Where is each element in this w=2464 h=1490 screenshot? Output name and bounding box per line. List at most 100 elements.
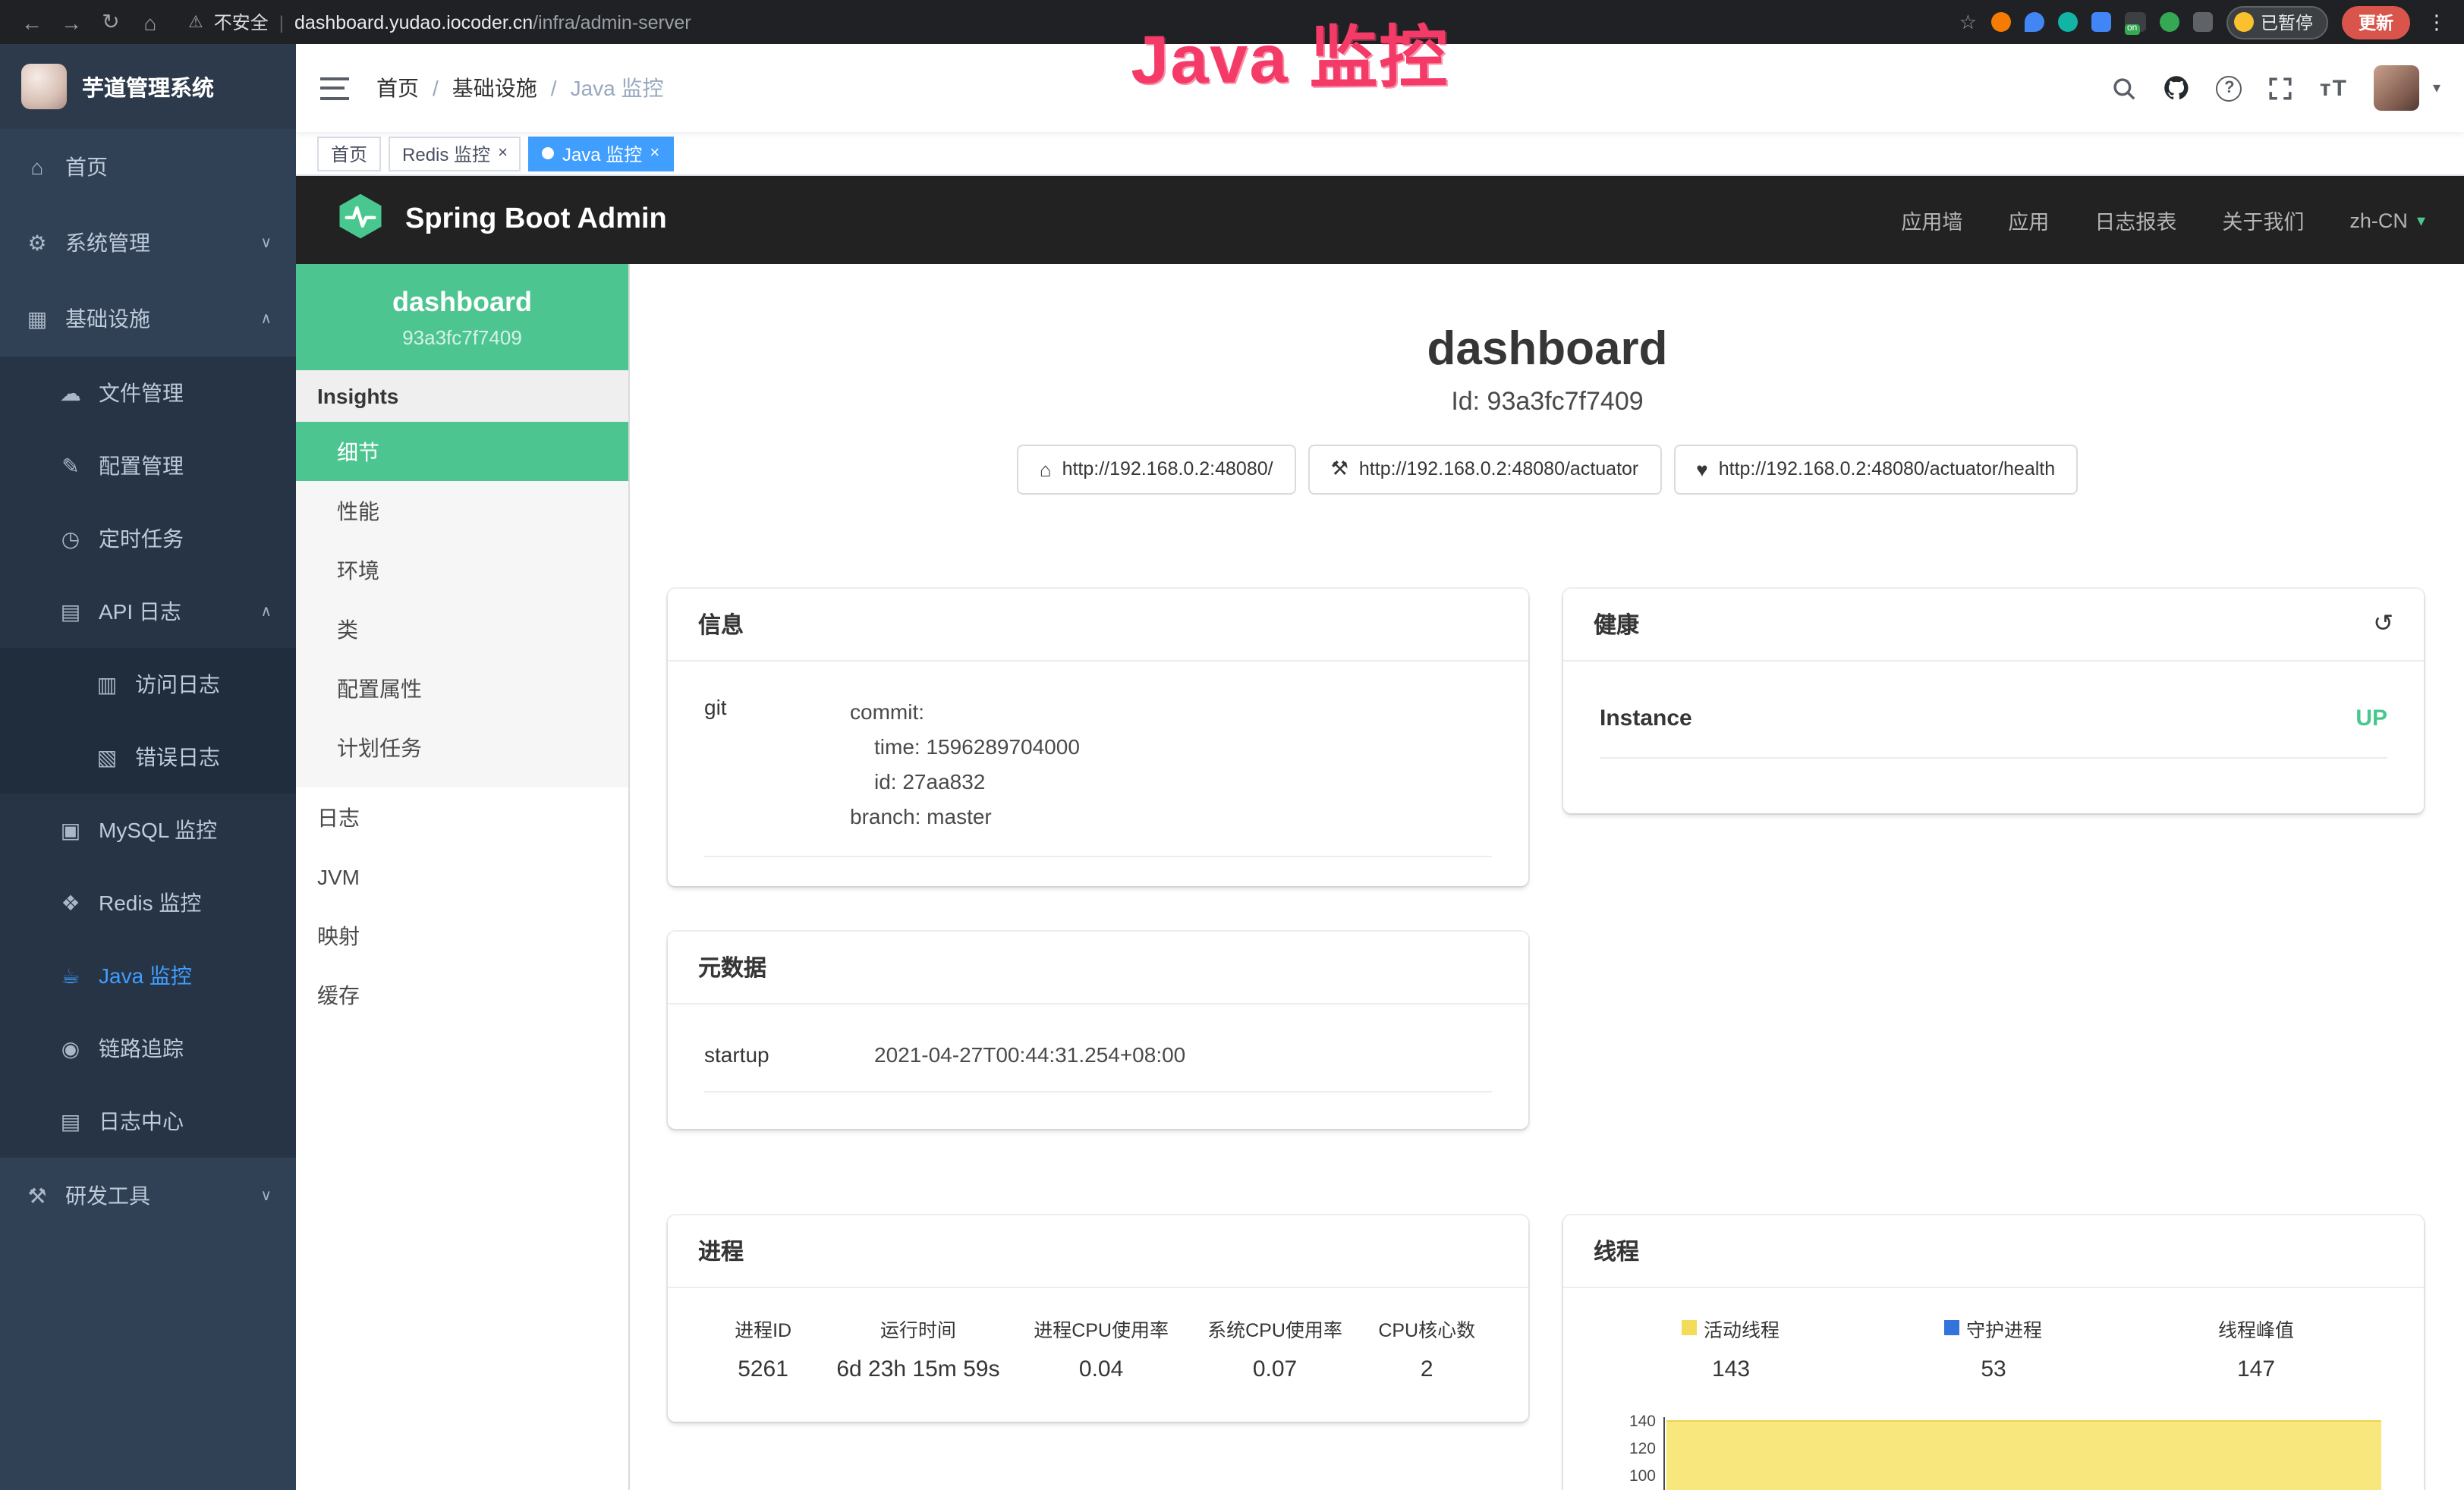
sidebar-item-api-logs[interactable]: ▤ API 日志 ∧ xyxy=(0,575,296,648)
user-avatar[interactable] xyxy=(2374,65,2419,111)
extension-green-icon[interactable] xyxy=(2159,12,2179,32)
health-history-icon[interactable]: ↺ xyxy=(2373,608,2393,639)
forward-icon[interactable]: → xyxy=(55,10,88,34)
url-text[interactable]: dashboard.yudao.iocoder.cn/infra/admin-s… xyxy=(294,11,691,33)
chevron-down-icon: ∨ xyxy=(260,234,272,251)
active-tab-dot xyxy=(543,147,555,159)
sba-menu-environment[interactable]: 环境 xyxy=(296,540,628,599)
sba-nav-wall[interactable]: 应用墙 xyxy=(1901,205,1962,235)
tab-redis-monitor[interactable]: Redis 监控 × xyxy=(389,136,521,171)
not-secure-label[interactable]: 不安全 xyxy=(214,9,269,35)
tab-java-monitor[interactable]: Java 监控 × xyxy=(529,136,673,171)
github-icon[interactable] xyxy=(2163,74,2191,102)
sidebar-item-link-tracing[interactable]: ◉ 链路追踪 xyxy=(0,1012,296,1085)
wrench-icon: ⚒ xyxy=(1331,457,1348,481)
extension-orange-icon[interactable] xyxy=(1990,12,2010,32)
threads-daemon-col: 守护进程 53 xyxy=(1862,1313,2125,1382)
health-card-title: 健康 xyxy=(1594,608,1639,640)
hamburger-icon[interactable] xyxy=(320,77,349,99)
sba-menu-mappings[interactable]: 映射 xyxy=(296,906,628,965)
help-icon[interactable]: ? xyxy=(2217,75,2242,101)
health-status-badge: UP xyxy=(2355,705,2387,731)
sba-body: dashboard 93a3fc7f7409 Insights 细节 性能 环境… xyxy=(296,264,2464,1490)
avatar-caret-icon[interactable]: ▾ xyxy=(2433,80,2440,96)
sidebar-item-mysql-monitor[interactable]: ▣ MySQL 监控 xyxy=(0,794,296,866)
extensions-puzzle-icon[interactable] xyxy=(2192,12,2212,32)
font-size-icon[interactable]: тT xyxy=(2320,75,2348,101)
health-card-body: Instance UP xyxy=(1563,661,2424,788)
reload-icon[interactable]: ↻ xyxy=(94,9,127,35)
sba-menu-classes[interactable]: 类 xyxy=(296,599,628,659)
breadcrumb-home[interactable]: 首页 xyxy=(376,73,419,103)
search-icon[interactable] xyxy=(2112,75,2138,101)
sidebar-item-dev-tools[interactable]: ⚒ 研发工具 ∨ xyxy=(0,1158,296,1234)
sidebar-item-infrastructure[interactable]: ▦ 基础设施 ∧ xyxy=(0,281,296,357)
sba-menu-jvm[interactable]: JVM xyxy=(296,847,628,906)
locale-selector[interactable]: zh-CN ▾ xyxy=(2349,209,2425,231)
browser-menu-icon[interactable]: ⋮ xyxy=(2424,10,2450,34)
sidebar-item-access-logs[interactable]: ▥ 访问日志 xyxy=(0,648,296,721)
bookmark-star-icon[interactable]: ☆ xyxy=(1959,10,1977,34)
fullscreen-icon[interactable] xyxy=(2268,75,2294,101)
extension-drop-icon[interactable] xyxy=(2024,12,2044,32)
browser-home-icon[interactable]: ⌂ xyxy=(134,10,167,34)
url-path: /infra/admin-server xyxy=(533,11,691,33)
sidebar-item-scheduled-tasks[interactable]: ◷ 定时任务 xyxy=(0,502,296,575)
instance-id: 93a3fc7f7409 xyxy=(308,326,616,349)
process-col-system-cpu: 系统CPU使用率 0.07 xyxy=(1188,1313,1362,1382)
sba-menu-performance[interactable]: 性能 xyxy=(296,481,628,540)
sba-nav-journal[interactable]: 日志报表 xyxy=(2094,205,2176,235)
document-icon: ▧ xyxy=(94,744,120,770)
profile-paused-chip[interactable]: 已暂停 xyxy=(2226,5,2328,39)
sidebar-item-error-logs[interactable]: ▧ 错误日志 xyxy=(0,721,296,794)
app-logo xyxy=(21,64,67,109)
sidebar-item-label: 日志中心 xyxy=(99,1106,184,1136)
process-col-pid: 进程ID 5261 xyxy=(704,1313,822,1382)
log-icon: ▤ xyxy=(58,599,83,624)
extension-on-badge-icon[interactable]: on xyxy=(2124,12,2145,32)
service-url-button[interactable]: ⌂ http://192.168.0.2:48080/ xyxy=(1017,444,1296,494)
health-row: Instance UP xyxy=(1600,676,2387,758)
sidebar-item-java-monitor[interactable]: ☕ Java 监控 xyxy=(0,939,296,1012)
sba-nav: 应用墙 应用 日志报表 关于我们 zh-CN ▾ xyxy=(1901,205,2425,235)
sba-menu-config-props[interactable]: 配置属性 xyxy=(296,659,628,718)
extension-grid-icon[interactable] xyxy=(2091,12,2110,32)
health-url-button[interactable]: ♥ http://192.168.0.2:48080/actuator/heal… xyxy=(1673,444,2078,494)
sidebar-item-log-center[interactable]: ▤ 日志中心 xyxy=(0,1085,296,1158)
extension-teal-icon[interactable] xyxy=(2057,12,2077,32)
sba-menu-logs[interactable]: 日志 xyxy=(296,787,628,847)
health-card: 健康 ↺ Instance UP xyxy=(1563,588,2424,813)
info-card: 信息 git commit: time: 1596289704000 id: 2… xyxy=(668,588,1528,885)
browser-update-button[interactable]: 更新 xyxy=(2342,5,2410,39)
sba-menu-details[interactable]: 细节 xyxy=(296,422,628,481)
sidebar-item-label: 配置管理 xyxy=(99,451,184,481)
sba-content: dashboard Id: 93a3fc7f7409 ⌂ http://192.… xyxy=(630,264,2464,1490)
back-icon[interactable]: ← xyxy=(15,10,49,34)
sba-nav-about[interactable]: 关于我们 xyxy=(2222,205,2304,235)
sba-nav-applications[interactable]: 应用 xyxy=(2008,205,2049,235)
address-bar[interactable]: ⚠ 不安全 | dashboard.yudao.iocoder.cn/infra… xyxy=(188,9,1953,35)
health-icon: ♥ xyxy=(1696,457,1707,480)
sba-menu-caches[interactable]: 缓存 xyxy=(296,965,628,1024)
tab-home[interactable]: 首页 xyxy=(317,136,381,171)
process-col-uptime: 运行时间 6d 23h 15m 59s xyxy=(822,1313,1015,1382)
sidebar-item-system-management[interactable]: ⚙ 系统管理 ∨ xyxy=(0,205,296,281)
sba-menu-scheduled-tasks[interactable]: 计划任务 xyxy=(296,718,628,777)
tab-close-icon[interactable]: × xyxy=(650,145,659,162)
eye-icon: ◉ xyxy=(58,1036,83,1061)
breadcrumb-infrastructure[interactable]: 基础设施 xyxy=(452,73,537,103)
process-col-label: 进程ID xyxy=(713,1313,813,1342)
sidebar-item-home[interactable]: ⌂ 首页 xyxy=(0,129,296,205)
redis-icon: ❖ xyxy=(58,890,83,916)
sidebar-item-redis-monitor[interactable]: ❖ Redis 监控 xyxy=(0,866,296,939)
actuator-url-button[interactable]: ⚒ http://192.168.0.2:48080/actuator xyxy=(1308,444,1662,494)
annotation-java-monitor: Java 监控 xyxy=(1130,2,1449,103)
sidebar-item-config-management[interactable]: ✎ 配置管理 xyxy=(0,429,296,502)
tab-close-icon[interactable]: × xyxy=(498,145,508,162)
sidebar-item-file-management[interactable]: ☁ 文件管理 xyxy=(0,357,296,429)
git-commit-line: commit: xyxy=(850,694,1080,729)
instance-header[interactable]: dashboard 93a3fc7f7409 xyxy=(296,264,628,370)
app-logo-row[interactable]: 芋道管理系统 xyxy=(0,44,296,129)
breadcrumb-current: Java 监控 xyxy=(571,73,664,103)
sba-brand[interactable]: Spring Boot Admin xyxy=(405,203,667,237)
